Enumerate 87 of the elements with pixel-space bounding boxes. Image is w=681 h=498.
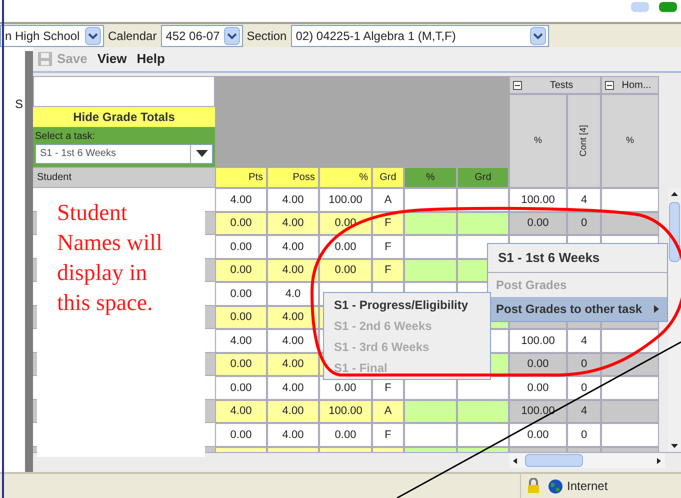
table-cell: 0.00 <box>319 423 372 446</box>
table-cell: 100.00 <box>319 188 372 212</box>
table-cell: 0.00 <box>215 376 267 400</box>
group-header[interactable]: Hom... <box>601 76 659 94</box>
table-cell: 4.00 <box>215 400 267 423</box>
column-header[interactable]: Grd <box>457 167 509 188</box>
caret-down-icon <box>196 150 208 157</box>
school-dropdown[interactable]: n High School <box>0 24 104 46</box>
table-cell: 0.00 <box>215 352 267 376</box>
table-cell: 0.00 <box>215 282 267 306</box>
menu-item[interactable]: View <box>97 49 127 69</box>
table-cell: 0.00 <box>215 235 267 258</box>
table-cell: A <box>372 188 404 212</box>
lock-icon <box>527 478 540 494</box>
table-cell: 100.00 <box>509 400 567 423</box>
table-cell: 4 <box>567 329 601 352</box>
side-label: S <box>15 96 24 113</box>
student-names-note: Student Names will display in this space. <box>57 199 164 317</box>
table-cell: F <box>372 258 404 282</box>
table-cell: 0.00 <box>509 212 567 235</box>
column-header[interactable]: Grd <box>372 167 404 188</box>
table-cell: 0.00 <box>509 423 567 446</box>
table-cell: 4 <box>567 400 601 423</box>
table-cell: 4.00 <box>215 329 267 352</box>
calendar-label: Calendar <box>108 28 157 44</box>
hide-grade-totals-button[interactable]: Hide Grade Totals <box>33 107 215 127</box>
table-cell: 0.00 <box>215 258 267 282</box>
submenu-arrow-icon <box>654 304 659 312</box>
scrollbar-thumb[interactable] <box>525 454 583 467</box>
table-cell: 0.00 <box>215 423 267 446</box>
table-cell: F <box>372 235 404 258</box>
column-header[interactable]: Cont [4] <box>567 94 601 188</box>
table-cell: A <box>372 400 404 423</box>
menu-item[interactable]: Post Grades to other task <box>488 296 667 320</box>
table-cell: 4.00 <box>267 400 319 423</box>
table-cell: 0.00 <box>215 212 267 235</box>
column-header[interactable]: Pts <box>215 167 267 188</box>
horizontal-scrollbar[interactable] <box>509 453 665 468</box>
table-cell: 4.00 <box>267 352 319 376</box>
column-header[interactable]: % <box>404 167 457 188</box>
calendar-dropdown[interactable]: 452 06-07 <box>160 24 243 46</box>
dropdown-button[interactable] <box>530 26 546 44</box>
table-cell: 100.00 <box>319 400 372 423</box>
table-cell: 0.00 <box>215 306 267 329</box>
task-dropdown[interactable]: S1 - 1st 6 Weeks <box>35 144 213 164</box>
group-header[interactable]: Tests <box>509 76 601 94</box>
table-cell: 4.0 <box>267 282 319 306</box>
table-cell: 0.00 <box>509 376 567 400</box>
table-cell: 4.00 <box>215 188 267 212</box>
table-cell: 4.00 <box>267 258 319 282</box>
table-cell: 0.00 <box>319 258 372 282</box>
table-cell: 0 <box>567 423 601 446</box>
column-header[interactable]: % <box>601 94 659 188</box>
menu-title: S1 - 1st 6 Weeks <box>488 244 667 272</box>
chevron-down-icon <box>88 32 98 40</box>
table-cell: 0 <box>567 212 601 235</box>
table-cell: F <box>372 423 404 446</box>
zone-label: Internet <box>567 478 608 495</box>
task-label: Select a task: <box>35 132 96 142</box>
chevron-down-icon <box>226 32 237 40</box>
table-cell: 4.00 <box>267 329 319 352</box>
table-cell: 4.00 <box>267 306 319 329</box>
dropdown-button[interactable] <box>85 26 101 44</box>
section-dropdown[interactable]: 02) 04225-1 Algebra 1 (M,T,F) <box>290 24 549 46</box>
table-cell: 4.00 <box>267 423 319 446</box>
chevron-down-icon <box>532 32 543 40</box>
column-header[interactable]: % <box>509 94 567 188</box>
table-cell: 4.00 <box>267 376 319 400</box>
table-cell: 0.00 <box>319 235 372 258</box>
table-cell: 4.00 <box>267 212 319 235</box>
globe-icon <box>548 478 563 494</box>
menu-item[interactable]: Help <box>136 49 165 69</box>
table-cell: 4.00 <box>267 235 319 258</box>
column-header: Student <box>33 167 215 188</box>
column-header[interactable]: % <box>319 167 372 188</box>
table-cell: 0 <box>567 376 601 400</box>
collapse-icon[interactable] <box>605 80 614 90</box>
table-cell: 100.00 <box>509 329 567 352</box>
collapse-icon[interactable] <box>513 80 522 90</box>
table-cell: 4.00 <box>267 188 319 212</box>
window-icon[interactable] <box>659 2 677 12</box>
section-label: Section <box>246 28 287 44</box>
scrollbar-thumb[interactable] <box>669 202 680 262</box>
vertical-scrollbar[interactable] <box>668 188 681 452</box>
menu-item[interactable]: S1 - Progress/Eligibility <box>324 294 490 315</box>
column-header[interactable]: Poss <box>267 167 319 188</box>
dropdown-button[interactable] <box>224 26 240 44</box>
